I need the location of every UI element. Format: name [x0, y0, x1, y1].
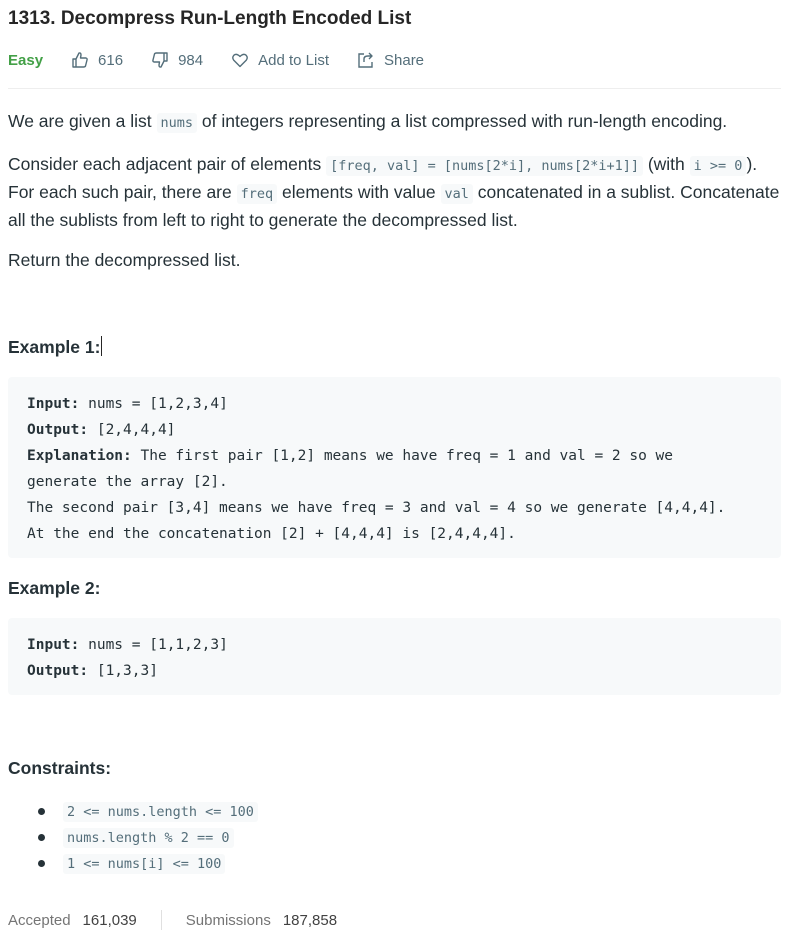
submissions-label: Submissions — [185, 911, 271, 929]
difficulty-badge: Easy — [8, 51, 44, 69]
dislike-count: 984 — [178, 51, 204, 69]
description-paragraph-2: Consider each adjacent pair of elements … — [8, 154, 780, 230]
like-count: 616 — [98, 51, 124, 69]
thumbs-up-icon — [72, 52, 88, 68]
submissions-count: 187,858 — [282, 911, 338, 929]
add-to-list-button[interactable]: Add to List — [231, 51, 329, 69]
constraints-list: 2 <= nums.length <= 100 nums.length % 2 … — [8, 798, 708, 876]
problem-meta-bar: Easy 616 984 Add to List Share — [8, 48, 452, 72]
share-button[interactable]: Share — [357, 51, 424, 69]
text-cursor — [101, 336, 103, 356]
inline-code-val: val — [440, 184, 473, 204]
list-item: 1 <= nums[i] <= 100 — [8, 850, 708, 876]
accepted-label: Accepted — [8, 911, 71, 929]
inline-code-freq: freq — [236, 184, 278, 204]
heart-icon — [232, 53, 249, 68]
list-item: nums.length % 2 == 0 — [8, 824, 708, 850]
problem-title: 1313. Decompress Run-Length Encoded List — [8, 8, 412, 29]
stats-divider — [160, 910, 162, 930]
share-label: Share — [384, 51, 425, 69]
header-divider — [8, 88, 781, 89]
example-1-block: Input: nums = [1,2,3,4] Output: [2,4,4,4… — [8, 377, 781, 558]
inline-code-nums: nums — [156, 113, 198, 133]
example-2-heading: Example 2: — [8, 578, 101, 598]
share-icon — [358, 52, 373, 68]
dislike-button[interactable]: 984 — [151, 51, 203, 69]
description-paragraph-1: We are given a list nums of integers rep… — [8, 111, 728, 133]
bullet-icon — [38, 808, 45, 815]
inline-code-pair: [freq, val] = [nums[2*i], nums[2*i+1]] — [326, 156, 643, 176]
like-button[interactable]: 616 — [71, 51, 123, 69]
example-2-block: Input: nums = [1,1,2,3] Output: [1,3,3] — [8, 618, 781, 695]
bullet-icon — [38, 834, 45, 841]
list-item: 2 <= nums.length <= 100 — [8, 798, 708, 824]
submission-stats: Accepted 161,039 Submissions 187,858 — [8, 908, 337, 932]
description-paragraph-3: Return the decompressed list. — [8, 250, 241, 270]
add-to-list-label: Add to List — [258, 51, 329, 69]
bullet-icon — [38, 860, 45, 867]
thumbs-down-icon — [152, 52, 168, 68]
constraints-heading: Constraints: — [8, 758, 112, 778]
accepted-count: 161,039 — [82, 911, 137, 929]
example-1-heading: Example 1: — [8, 336, 103, 357]
inline-code-i: i >= 0 — [689, 156, 747, 176]
